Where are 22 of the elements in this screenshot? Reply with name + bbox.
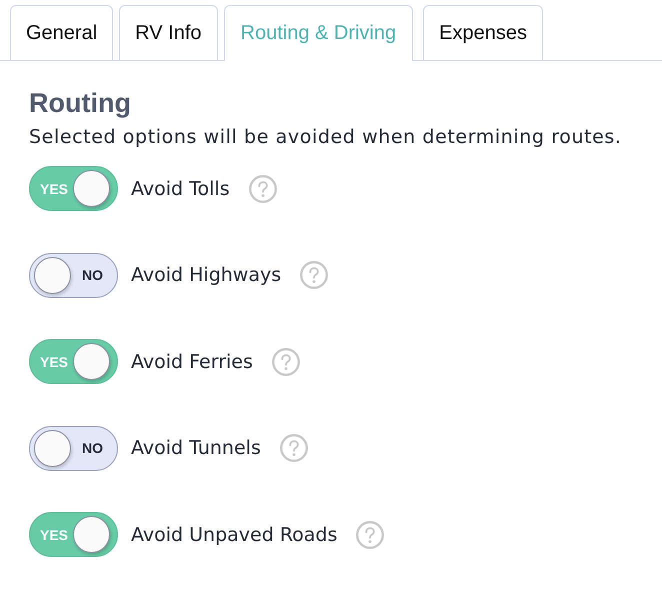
section-title: Routing [29, 87, 132, 119]
toggle-switch[interactable]: NO [29, 426, 118, 470]
switch-knob-icon [73, 343, 110, 380]
tab[interactable]: General [10, 5, 114, 60]
help-icon[interactable] [272, 348, 300, 376]
option-label: Avoid Highways [131, 264, 282, 286]
option-label: Avoid Ferries [131, 350, 253, 372]
option-label: Avoid Tolls [131, 178, 230, 200]
switch-knob-icon [34, 430, 71, 466]
section-description: Selected options will be avoided when determining routes. [29, 125, 623, 150]
toggle-switch[interactable]: NO [29, 252, 118, 298]
switch-knob-icon [73, 170, 110, 207]
switch-knob-icon [34, 256, 71, 294]
help-icon[interactable] [280, 434, 308, 462]
help-icon[interactable] [300, 261, 328, 289]
tab[interactable]: Expenses [423, 5, 543, 60]
switch-knob-icon [73, 516, 110, 553]
help-icon[interactable] [356, 520, 384, 548]
option-label: Avoid Tunnels [131, 437, 261, 459]
help-icon[interactable] [248, 174, 277, 202]
tab[interactable]: RV Info [119, 5, 218, 60]
option-label: Avoid Unpaved Roads [131, 524, 338, 546]
